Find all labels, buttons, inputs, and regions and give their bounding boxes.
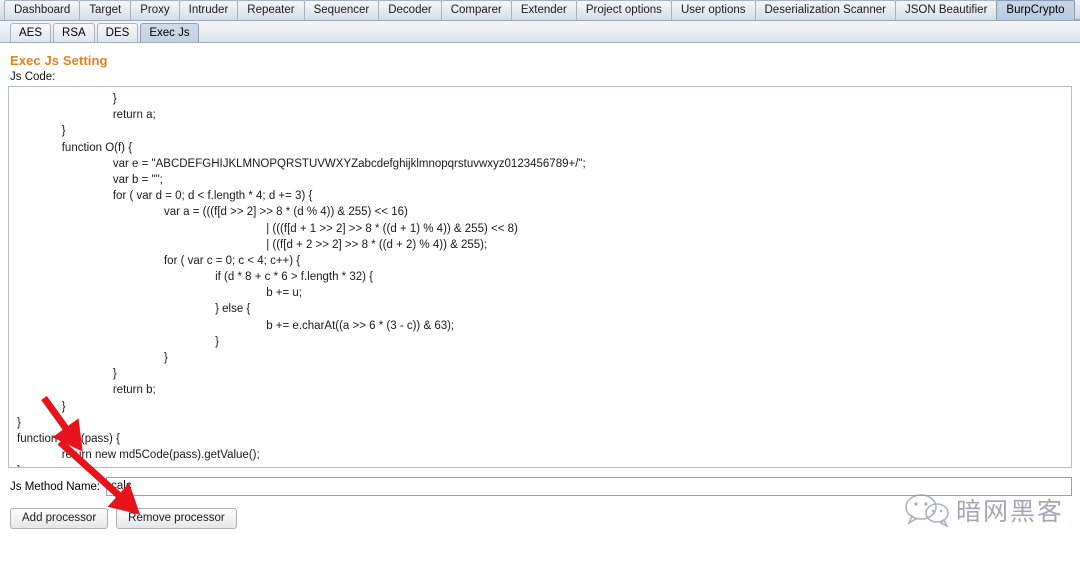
- code-line: b += u;: [17, 287, 303, 300]
- sub-tab-exec-js[interactable]: Exec Js: [140, 23, 199, 42]
- code-line: }: [17, 352, 168, 364]
- code-line: return a;: [17, 109, 156, 122]
- sub-tab-des[interactable]: DES: [96, 23, 139, 42]
- add-processor-button[interactable]: Add processor: [10, 508, 109, 529]
- js-method-row: Js Method Name:: [8, 477, 1072, 496]
- code-line: return new md5Code(pass).getValue();: [17, 449, 260, 462]
- main-tab-decoder[interactable]: Decoder: [378, 0, 442, 20]
- code-line: for ( var d = 0; d < f.length * 4; d += …: [17, 190, 313, 203]
- code-line: }: [17, 368, 117, 381]
- main-tab-proxy[interactable]: Proxy: [130, 0, 180, 20]
- code-line: | ((f[d + 2 >> 2] >> 8 * ((d + 2) % 4)) …: [17, 238, 488, 251]
- code-line: function O(f) {: [17, 141, 133, 154]
- code-line: }: [17, 125, 66, 138]
- code-line: }: [17, 93, 117, 105]
- remove-processor-button[interactable]: Remove processor: [116, 508, 237, 529]
- code-line: | (((f[d + 1 >> 2] >> 8 * ((d + 1) % 4))…: [17, 222, 518, 235]
- main-tab-bar: Dashboard Target Proxy Intruder Repeater Sequ…: [0, 0, 1080, 21]
- plugin-tab-bar: AES RSA DES Exec Js: [0, 21, 1080, 43]
- code-line: var e = "ABCDEFGHIJKLMNOPQRSTUVWXYZabcde…: [17, 157, 586, 170]
- code-line: }: [17, 416, 21, 429]
- js-code-content[interactable]: } return a; } function O(f) { var e = "A…: [9, 87, 1071, 467]
- code-line: function calc(pass) {: [17, 432, 120, 445]
- main-tab-comparer[interactable]: Comparer: [440, 0, 512, 20]
- main-tab-deserialization-scanner[interactable]: Deserialization Scanner: [754, 0, 896, 20]
- sub-tab-rsa[interactable]: RSA: [53, 23, 95, 42]
- main-tab-repeater[interactable]: Repeater: [237, 0, 305, 20]
- code-line: }: [17, 335, 219, 348]
- code-line: if (d * 8 + c * 6 > f.length * 32) {: [17, 271, 373, 284]
- code-line: return b;: [17, 384, 156, 397]
- code-line: }: [17, 463, 1065, 467]
- sub-tab-aes[interactable]: AES: [10, 23, 52, 42]
- js-method-name-input[interactable]: [106, 477, 1072, 496]
- js-code-label: Js Code:: [10, 71, 56, 83]
- code-line: } else {: [17, 303, 251, 316]
- main-tab-burpcrypto[interactable]: BurpCrypto: [996, 0, 1075, 20]
- exec-js-panel: Exec Js Setting Js Code: } return a; } f…: [0, 53, 1080, 529]
- main-tab-intruder[interactable]: Intruder: [178, 0, 239, 20]
- page-title: Exec Js Setting: [10, 53, 108, 68]
- code-line: var b = "";: [17, 173, 163, 186]
- main-tab-user-options[interactable]: User options: [670, 0, 756, 20]
- code-line: var a = (((f[d >> 2] >> 8 * (d % 4)) & 2…: [17, 206, 408, 219]
- main-tab-extender[interactable]: Extender: [510, 0, 577, 20]
- code-line: b += e.charAt((a >> 6 * (3 - c)) & 63);: [17, 319, 455, 332]
- main-tab-dashboard[interactable]: Dashboard: [4, 0, 81, 20]
- js-method-name-label: Js Method Name:: [10, 480, 101, 493]
- sub-tab-filler: [201, 24, 1080, 42]
- main-tab-target[interactable]: Target: [79, 0, 132, 20]
- processor-button-row: Add processor Remove processor: [10, 508, 1072, 529]
- js-code-editor[interactable]: } return a; } function O(f) { var e = "A…: [8, 86, 1072, 468]
- main-tab-json-beautifier[interactable]: JSON Beautifier: [894, 0, 998, 20]
- code-line: }: [17, 400, 66, 413]
- code-line: for ( var c = 0; c < 4; c++) {: [17, 254, 301, 267]
- main-tab-project-options[interactable]: Project options: [575, 0, 672, 20]
- main-tab-filler: [1073, 0, 1080, 20]
- main-tab-sequencer[interactable]: Sequencer: [303, 0, 380, 20]
